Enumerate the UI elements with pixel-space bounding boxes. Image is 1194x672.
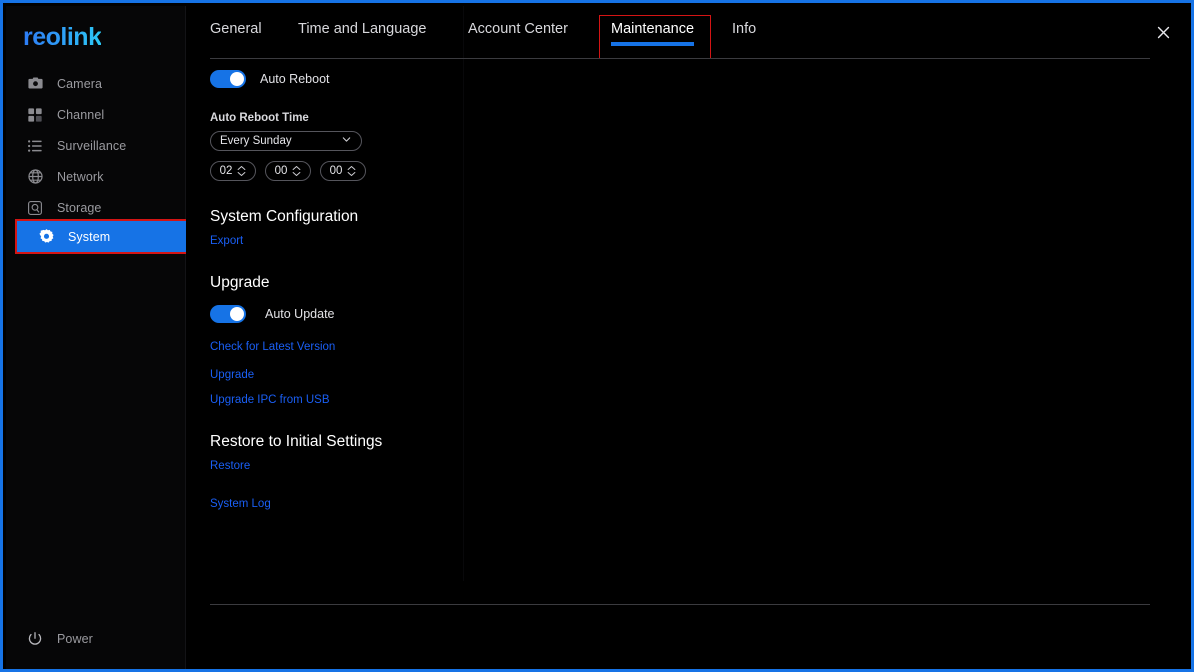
upgrade-ipc-from-usb-link[interactable]: Upgrade IPC from USB: [210, 394, 510, 406]
camera-icon: [26, 75, 44, 93]
sidebar-item-storage[interactable]: Storage: [6, 192, 186, 223]
system-log-link[interactable]: System Log: [210, 498, 510, 510]
sidebar-item-label: Camera: [57, 76, 103, 91]
gear-icon: [37, 228, 55, 246]
sidebar-item-network[interactable]: Network: [6, 161, 186, 192]
tab-info[interactable]: Info: [732, 21, 756, 46]
main-content: General Time and Language Account Center…: [186, 6, 1188, 666]
sidebar-item-surveillance[interactable]: Surveillance: [6, 130, 186, 161]
sidebar-item-camera[interactable]: Camera: [6, 68, 186, 99]
tab-label: Time and Language: [298, 21, 427, 37]
grid-icon: [26, 106, 44, 124]
auto-reboot-schedule-select[interactable]: Every Sunday: [210, 131, 362, 151]
tab-general[interactable]: General: [210, 21, 262, 46]
tab-label: General: [210, 21, 262, 37]
minute-value: 00: [274, 165, 288, 177]
restore-title: Restore to Initial Settings: [210, 433, 383, 450]
sidebar-item-label: Storage: [57, 200, 102, 215]
tab-time-and-language[interactable]: Time and Language: [298, 21, 426, 46]
export-link[interactable]: Export: [210, 235, 510, 247]
tab-separator: [210, 58, 1150, 59]
stepper-arrows-icon: [347, 165, 356, 177]
sidebar-item-label: Surveillance: [57, 138, 127, 153]
auto-update-label: Auto Update: [265, 307, 335, 321]
sidebar-item-label: Power: [57, 632, 93, 646]
tab-maintenance[interactable]: Maintenance: [611, 21, 695, 46]
stepper-arrows-icon: [237, 165, 246, 177]
sidebar-item-label: Channel: [57, 107, 105, 122]
second-stepper[interactable]: 00: [320, 161, 366, 181]
tab-label: Maintenance: [611, 21, 695, 37]
check-latest-version-link[interactable]: Check for Latest Version: [210, 341, 510, 353]
reolink-settings-window: reolink Camera Channel Surveillance Netw…: [0, 0, 1194, 672]
sidebar: reolink Camera Channel Surveillance Netw…: [6, 6, 190, 669]
tab-label: Info: [732, 21, 757, 37]
auto-update-toggle[interactable]: [210, 305, 246, 323]
minute-stepper[interactable]: 00: [265, 161, 311, 181]
tab-bar: General Time and Language Account Center…: [186, 6, 1188, 59]
upgrade-link[interactable]: Upgrade: [210, 369, 510, 381]
auto-reboot-label: Auto Reboot: [260, 72, 330, 86]
reolink-logo: reolink: [23, 23, 102, 51]
sidebar-item-label: System: [68, 229, 111, 244]
globe-icon: [26, 168, 44, 186]
close-icon[interactable]: [1150, 19, 1176, 45]
auto-reboot-row: Auto Reboot: [210, 68, 510, 90]
auto-reboot-time-spinners: 02 00 00: [210, 161, 510, 181]
sidebar-item-channel[interactable]: Channel: [6, 99, 186, 130]
sidebar-item-label: Network: [57, 169, 104, 184]
toggle-knob: [230, 307, 244, 321]
chevron-down-icon: [341, 132, 352, 150]
tab-active-underline: [611, 42, 695, 46]
stepper-arrows-icon: [292, 165, 301, 177]
tab-account-center[interactable]: Account Center: [468, 21, 568, 46]
list-icon: [26, 137, 44, 155]
sidebar-item-power[interactable]: Power: [6, 624, 186, 654]
tab-label: Account Center: [468, 21, 568, 37]
auto-reboot-schedule-value: Every Sunday: [220, 135, 292, 147]
restore-link[interactable]: Restore: [210, 460, 510, 472]
sidebar-item-system[interactable]: System: [17, 221, 188, 252]
bottom-separator: [210, 604, 1150, 605]
auto-reboot-time-label: Auto Reboot Time: [210, 112, 309, 124]
second-value: 00: [329, 165, 343, 177]
toggle-knob: [230, 72, 244, 86]
upgrade-title: Upgrade: [210, 274, 270, 291]
hour-stepper[interactable]: 02: [210, 161, 256, 181]
maintenance-form: Auto Reboot Auto Reboot Time Every Sunda…: [210, 68, 510, 510]
auto-update-row: Auto Update: [210, 303, 510, 325]
power-icon: [26, 630, 44, 648]
sidebar-nav: Camera Channel Surveillance Network Stor…: [6, 68, 186, 223]
auto-reboot-toggle[interactable]: [210, 70, 246, 88]
hard-drive-icon: [26, 199, 44, 217]
system-configuration-title: System Configuration: [210, 208, 359, 225]
hour-value: 02: [219, 165, 233, 177]
